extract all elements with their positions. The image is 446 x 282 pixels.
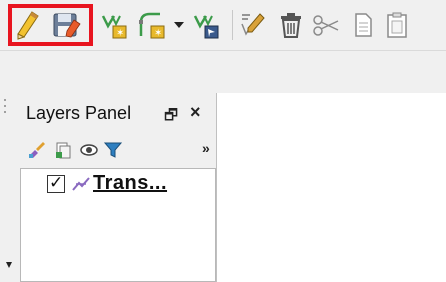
close-panel-icon[interactable]: × [190,102,201,123]
toggle-visibility-button[interactable] [78,139,100,161]
toolbar-separator [232,10,233,40]
delete-selected-button[interactable] [276,8,306,42]
filter-button[interactable] [102,139,124,161]
dock-strip [0,93,14,282]
cut-features-button[interactable] [312,8,342,42]
layer-visibility-checkbox[interactable]: ✓ [47,173,65,193]
paste-features-button[interactable] [382,8,412,42]
layer-name[interactable]: Trans... [93,172,167,195]
checkmark-icon: ✓ [49,173,64,192]
grip-dot [4,99,6,101]
copy-features-button[interactable] [348,8,378,42]
highlight-box [8,4,93,46]
add-group-button[interactable] [52,139,74,161]
secondary-toolbar [0,51,446,93]
add-line-feature-button[interactable]: ✶ [138,8,168,42]
line-layer-icon [71,174,91,199]
layer-row[interactable]: ✓ Trans... [21,171,215,199]
style-brush-button[interactable] [26,139,48,161]
chevron-down-icon [174,22,184,28]
add-point-icon: ✶ [101,15,127,39]
grip-dot [4,105,6,107]
add-group-icon [56,142,71,159]
trash-icon [281,13,301,38]
grip-dot [4,111,6,113]
expand-arrow-icon[interactable] [6,262,12,268]
vertex-tool-icon [193,15,219,39]
more-tools-icon[interactable]: » [202,140,210,156]
panel-title: Layers Panel [26,103,132,123]
panel-toolbar: » [26,139,216,161]
copy-icon [355,13,372,37]
eye-icon [80,144,98,156]
add-line-icon: ✶ [139,12,165,39]
map-canvas[interactable] [217,93,446,282]
add-point-feature-button[interactable]: ✶ [100,8,130,42]
digitize-dropdown-button[interactable] [170,8,188,42]
modify-attributes-button[interactable] [238,8,268,42]
vertex-tool-button[interactable] [192,8,222,42]
float-panel-icon[interactable]: 🗗 [164,105,178,130]
digitizing-toolbar: ✶ ✶ [0,0,446,51]
filter-icon [103,142,123,158]
svg-text:✶: ✶ [154,28,162,39]
layers-panel: Layers Panel 🗗 × » ✓ Trans... [14,93,217,282]
svg-text:✶: ✶ [116,28,124,39]
layer-tree: ✓ Trans... [20,168,216,282]
scissors-icon [313,15,339,36]
paste-icon [387,12,407,38]
style-brush-icon [29,142,45,158]
modify-attributes-icon [241,13,265,36]
